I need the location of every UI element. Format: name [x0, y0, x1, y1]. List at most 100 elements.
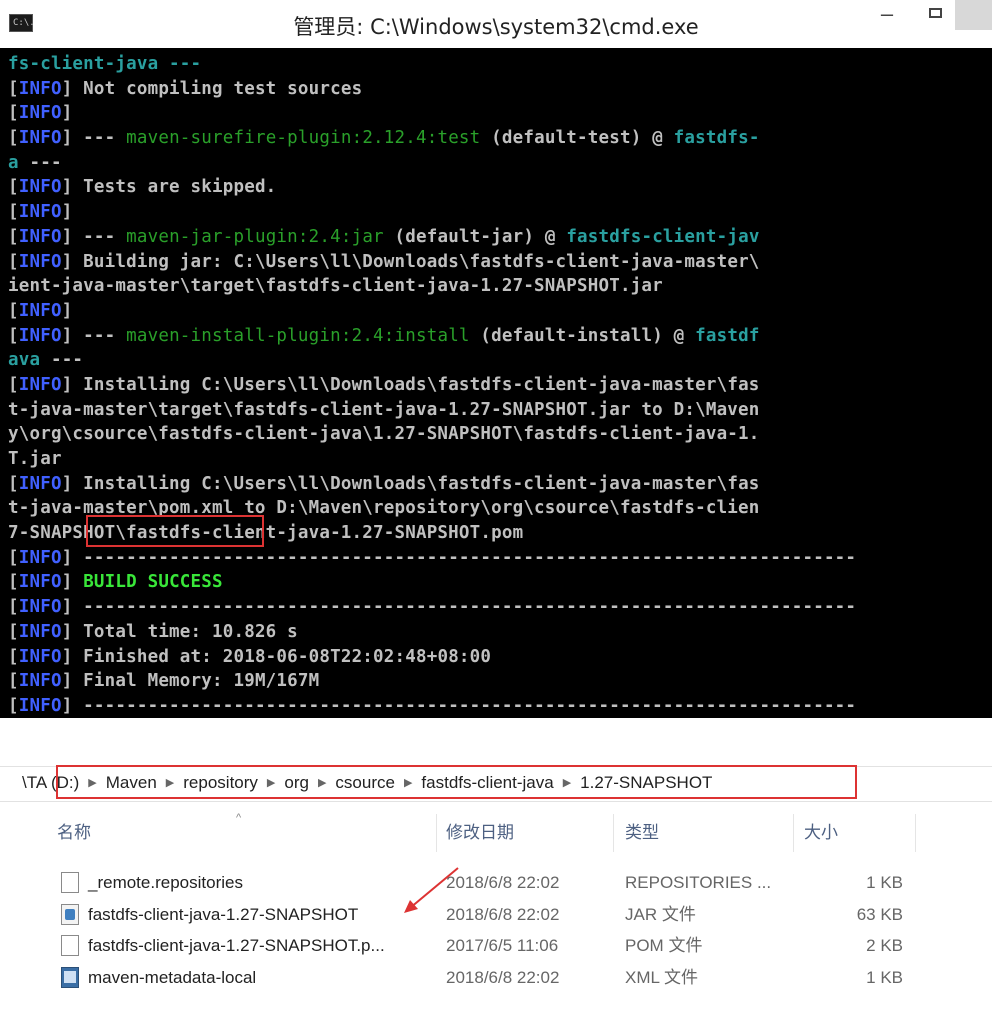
maximize-button[interactable]: [918, 2, 952, 32]
console-text: ] Tests are skipped.: [61, 177, 277, 198]
console-line: [INFO] Tests are skipped.: [8, 175, 992, 200]
info-tag: INFO: [18, 251, 62, 272]
console-text: ]: [61, 202, 73, 223]
console-text: maven-install-plugin:2.4:install: [126, 325, 470, 346]
window-title: 管理员: C:\Windows\system32\cmd.exe: [293, 15, 699, 39]
console-text: ] Finished at: 2018-06-08T22:02:48+08:00: [61, 646, 492, 667]
console-text: ] Building jar: C:\Users\ll\Downloads\fa…: [61, 251, 760, 272]
file-row[interactable]: maven-metadata-local 2018/6/8 22:02 XML 文件…: [0, 962, 992, 993]
console-text: [: [8, 374, 19, 395]
column-header-type[interactable]: 类型: [625, 816, 659, 850]
console-line: ava ---: [8, 348, 992, 373]
console-text: ] ---: [61, 128, 127, 149]
console-line: fs-client-java ---: [8, 52, 992, 77]
file-name: fastdfs-client-java-1.27-SNAPSHOT: [88, 904, 359, 924]
console-text: fs-client-java ---: [8, 54, 202, 74]
console-text: ava: [8, 350, 41, 371]
console-text: [: [8, 325, 19, 346]
console-text: [: [8, 300, 19, 321]
file-date: 2018/6/8 22:02: [446, 873, 560, 892]
file-row[interactable]: _remote.repositories 2018/6/8 22:02 REPOSI…: [0, 867, 992, 898]
file-row[interactable]: fastdfs-client-java-1.27-SNAPSHOT.p... 20…: [0, 930, 992, 961]
console-text: T.jar: [8, 449, 62, 469]
column-header-size[interactable]: 大小: [804, 816, 838, 850]
console-text: [: [8, 671, 19, 692]
console-text: [: [8, 695, 19, 716]
file-row[interactable]: fastdfs-client-java-1.27-SNAPSHOT 2018/6/…: [0, 899, 992, 930]
column-divider[interactable]: [793, 814, 794, 852]
console-text: [: [8, 103, 19, 124]
console-text: [: [8, 646, 19, 667]
file-date: 2018/6/8 22:02: [446, 904, 560, 924]
console-line: [INFO] Installing C:\Users\ll\Downloads\…: [8, 472, 992, 497]
console-line: T.jar: [8, 447, 992, 472]
console-text: (default-install) @: [469, 325, 696, 346]
console-text: ]: [61, 572, 84, 593]
console-text: (default-jar) @: [383, 226, 567, 247]
console-line: [INFO]: [8, 200, 992, 225]
build-success-text: BUILD SUCCESS: [83, 572, 223, 593]
console-text: ]: [61, 300, 73, 321]
console-text: ] ---: [61, 226, 127, 247]
console-text: t-java-master\target\fastdfs-client-java…: [8, 399, 760, 420]
console-text: [: [8, 473, 19, 494]
console-line: [INFO] ---------------------------------…: [8, 694, 992, 718]
console-text: ] Final Memory: 19M/167M: [61, 671, 320, 692]
info-tag: INFO: [18, 572, 62, 593]
console-text: ] --------------------------------------…: [61, 547, 857, 568]
console-text: [: [8, 547, 19, 568]
column-divider[interactable]: [915, 814, 916, 852]
console-output[interactable]: fs-client-java --- [INFO] Not compiling t…: [8, 52, 992, 718]
file-type: REPOSITORIES ...: [625, 873, 772, 892]
console-line: [INFO] ---------------------------------…: [8, 595, 992, 620]
info-tag: INFO: [18, 202, 62, 223]
console-line: [INFO]: [8, 101, 992, 126]
file-name: _remote.repositories: [88, 873, 243, 892]
console-text: [: [8, 572, 19, 593]
console-line: [INFO] Building jar: C:\Users\ll\Downloa…: [8, 250, 992, 275]
build-success-highlight: [86, 515, 264, 547]
console-line: [INFO] Not compiling test sources: [8, 77, 992, 102]
annotation-arrow-icon: [404, 867, 459, 913]
console-text: ] Total time: 10.826 s: [61, 621, 298, 642]
console-text: ]: [61, 103, 73, 124]
file-size: 63 KB: [856, 904, 903, 924]
info-tag: INFO: [18, 646, 62, 667]
console-line: [INFO] BUILD SUCCESS: [8, 570, 992, 595]
column-divider[interactable]: [613, 814, 614, 852]
console-text: [: [8, 78, 19, 99]
title-bar[interactable]: C:\. 管理员: C:\Windows\system32\cmd.exe –: [0, 0, 992, 48]
console-text: maven-jar-plugin:2.4:jar: [126, 226, 384, 247]
close-button[interactable]: [955, 0, 992, 30]
column-divider[interactable]: [436, 814, 437, 852]
console-text: [: [8, 621, 19, 642]
info-tag: INFO: [18, 621, 62, 642]
jar-file-icon: [61, 903, 79, 925]
console-line: [INFO] Total time: 10.826 s: [8, 620, 992, 645]
console-text: [: [8, 226, 19, 247]
console-text: ---: [18, 152, 62, 173]
console-text: ] Not compiling test sources: [61, 78, 363, 99]
console-text: ] --------------------------------------…: [61, 597, 857, 618]
info-tag: INFO: [18, 374, 62, 395]
info-tag: INFO: [18, 695, 62, 716]
console-line: y\org\csource\fastdfs-client-java\1.27-S…: [8, 422, 992, 447]
console-text: ] ---: [61, 325, 127, 346]
console-text: [: [8, 128, 19, 149]
column-header-date[interactable]: 修改日期: [446, 816, 514, 850]
console-text: (default-test) @: [480, 128, 674, 149]
console-text: fastdfs-: [673, 128, 760, 149]
info-tag: INFO: [18, 473, 62, 494]
column-header-name[interactable]: 名称: [57, 816, 91, 850]
console-line: [INFO]: [8, 299, 992, 324]
console-line: a ---: [8, 151, 992, 176]
console-text: [: [8, 177, 19, 198]
console-text: [: [8, 251, 19, 272]
file-name: maven-metadata-local: [88, 967, 257, 987]
minimize-button[interactable]: –: [870, 2, 904, 32]
console-line: [INFO] --- maven-surefire-plugin:2.12.4:…: [8, 126, 992, 151]
console-text: ] Installing C:\Users\ll\Downloads\fastd…: [61, 473, 760, 494]
info-tag: INFO: [18, 547, 62, 568]
console-line: [INFO] Installing C:\Users\ll\Downloads\…: [8, 373, 992, 398]
console-text: [: [8, 597, 19, 618]
